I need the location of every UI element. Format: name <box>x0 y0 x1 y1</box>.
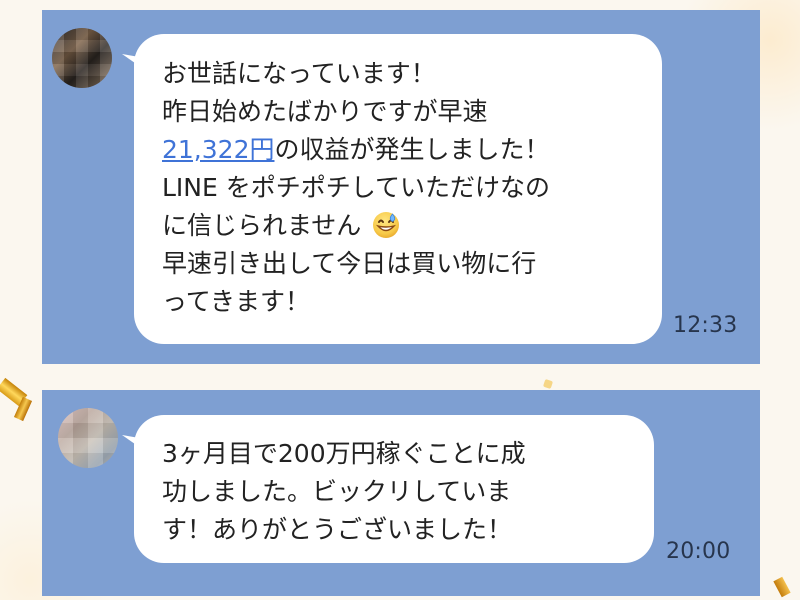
message-line: 早速引き出して今日は買い物に行 <box>162 249 537 278</box>
chat-panel-first-message: お世話になっています！ 昨日始めたばかりですが早速 21,322円の収益が発生し… <box>42 10 760 364</box>
chat-screenshot-page: お世話になっています！ 昨日始めたばかりですが早速 21,322円の収益が発生し… <box>0 0 800 600</box>
gold-confetti-icon <box>773 576 791 598</box>
earnings-amount-link[interactable]: 21,322円 <box>162 135 274 164</box>
message-line: ってきます！ <box>162 287 311 316</box>
message-line: 21,322円の収益が発生しました！ <box>162 131 636 169</box>
blurred-avatar-icon[interactable] <box>58 408 118 468</box>
message-line: 功しました。ビックリしていま <box>162 477 512 506</box>
message-line: LINE をポチポチしていただけなの <box>162 173 550 202</box>
message-text-fragment: の収益が発生しました！ <box>274 135 550 164</box>
grinning-sweat-emoji-icon <box>371 210 401 240</box>
message-text-fragment: に信じられません <box>162 211 362 240</box>
message-line: に信じられません <box>162 207 636 245</box>
blurred-avatar-icon[interactable] <box>52 28 112 88</box>
message-line: 3ヶ月目で200万円稼ぐことに成 <box>162 439 526 468</box>
message-timestamp: 20:00 <box>666 539 731 564</box>
message-timestamp: 12:33 <box>673 313 738 338</box>
message-line: 昨日始めたばかりですが早速 <box>162 97 488 126</box>
message-bubble: 3ヶ月目で200万円稼ぐことに成 功しました。ビックリしていま す！ありがとうご… <box>134 415 654 563</box>
chat-panel-second-message: 3ヶ月目で200万円稼ぐことに成 功しました。ビックリしていま す！ありがとうご… <box>42 390 760 596</box>
message-bubble: お世話になっています！ 昨日始めたばかりですが早速 21,322円の収益が発生し… <box>134 34 662 344</box>
message-line: す！ありがとうございました！ <box>162 515 513 544</box>
message-line: お世話になっています！ <box>162 59 436 88</box>
gold-confetti-icon <box>542 378 554 390</box>
